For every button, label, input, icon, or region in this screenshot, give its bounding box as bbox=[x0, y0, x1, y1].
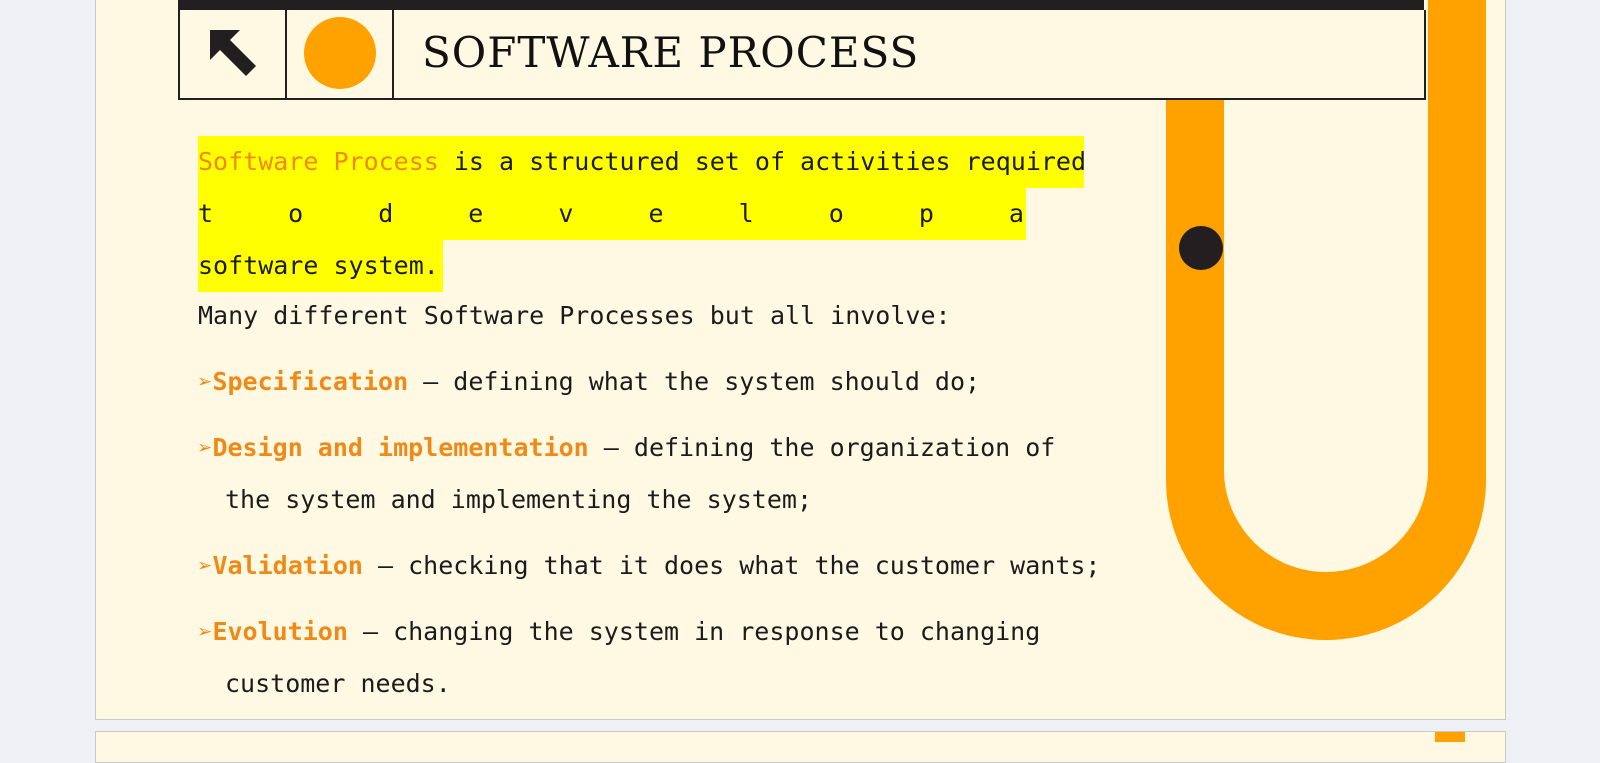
intro-line-2: t o d e v e l o p a bbox=[198, 188, 1026, 240]
bullet-item: ➢Evolution – changing the system in resp… bbox=[198, 612, 1040, 652]
bullet-term: Design and implementation bbox=[212, 433, 589, 462]
bullet-arrow-icon: ➢ bbox=[198, 552, 213, 580]
black-dot-icon bbox=[1179, 226, 1223, 270]
bullet-item: ➢Design and implementation – defining th… bbox=[198, 428, 1055, 468]
bullet-arrow-icon: ➢ bbox=[198, 618, 213, 646]
bullet-continuation: customer needs. bbox=[225, 669, 451, 698]
many-processes-text: Many different Software Processes but al… bbox=[198, 301, 951, 330]
slide-title: SOFTWARE PROCESS bbox=[422, 28, 920, 77]
bullet-desc: defining what the system should do; bbox=[453, 367, 981, 396]
intro-term: Software Process bbox=[198, 147, 439, 176]
arrow-cell bbox=[180, 10, 287, 98]
orange-circle-icon bbox=[304, 17, 376, 89]
bullet-dash: – bbox=[362, 551, 409, 580]
bullet-arrow-icon: ➢ bbox=[198, 434, 213, 462]
next-slide-accent bbox=[1435, 732, 1465, 742]
bullet-dash: – bbox=[347, 617, 394, 646]
bullet-item: ➢Validation – checking that it does what… bbox=[198, 546, 1100, 586]
intro-line-1: Software Process is a structured set of … bbox=[198, 136, 1087, 188]
bullet-desc: changing the system in response to chang… bbox=[393, 617, 1041, 646]
next-slide-thumbnail[interactable] bbox=[95, 731, 1506, 763]
bullet-arrow-icon: ➢ bbox=[198, 368, 213, 396]
intro-line-1-text: is a structured set of activities requir… bbox=[438, 147, 1087, 176]
slide: SOFTWARE PROCESS Software Process is a s… bbox=[95, 0, 1506, 720]
bullet-term: Validation bbox=[212, 551, 363, 580]
bullet-term: Evolution bbox=[212, 617, 348, 646]
bullet-item: ➢Specification – defining what the syste… bbox=[198, 362, 980, 402]
bullet-dash: – bbox=[588, 433, 634, 462]
bullet-desc: checking that it does what the customer … bbox=[408, 551, 1101, 580]
header: SOFTWARE PROCESS bbox=[178, 10, 1426, 100]
intro-line-3: software system. bbox=[198, 240, 443, 292]
bullet-desc: defining the organization of bbox=[633, 433, 1056, 462]
bullet-continuation: the system and implementing the system; bbox=[225, 485, 812, 514]
bullet-dash: – bbox=[408, 367, 454, 396]
circle-cell bbox=[287, 10, 394, 98]
bullet-term: Specification bbox=[212, 367, 409, 396]
arrow-up-left-icon bbox=[210, 30, 256, 76]
header-bar bbox=[178, 0, 1424, 10]
